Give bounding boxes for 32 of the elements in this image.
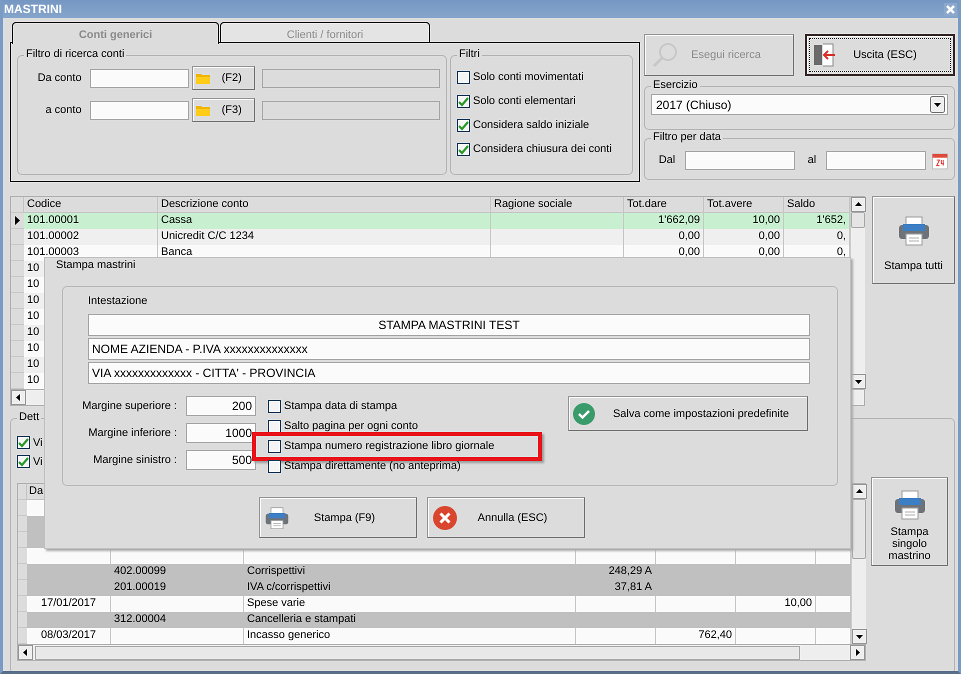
group-title: Dett (17, 411, 42, 423)
field-label: Intestazione (88, 295, 148, 309)
field-label: Margine superiore : (81, 400, 178, 412)
table-cell: 0,00 (704, 229, 784, 245)
field-label: Da conto (36, 72, 83, 84)
table-cell: 402.00099 (111, 564, 244, 580)
group-title: Esercizio (651, 79, 700, 91)
table-cell: 10,00 (704, 213, 784, 229)
group-title: Filtri (457, 48, 482, 60)
table-cell: Cassa (158, 213, 491, 229)
field-label: a conto (44, 104, 83, 116)
table-cell: 248,29 A (576, 564, 656, 580)
table-cell: 0,00 (624, 229, 704, 245)
table-cell: 1'662,09 (624, 213, 704, 229)
table-cell: 37,81 A (576, 580, 656, 596)
table-cell: 101.00002 (24, 229, 158, 245)
table-cell: IVA c/corrispettivi (244, 580, 576, 596)
field-label: Margine inferiore : (87, 427, 178, 439)
table-cell: 312.00004 (111, 612, 244, 628)
field-label: Margine sinistro : (92, 454, 178, 466)
window-title: MASTRINI (4, 2, 62, 16)
table-cell: 101.00001 (24, 213, 158, 229)
table-cell: 201.00019 (111, 580, 244, 596)
table-cell: Corrispettivi (244, 564, 576, 580)
table-cell: Cancelleria e stampati (244, 612, 576, 628)
group-title: Filtro di ricerca conti (24, 48, 126, 60)
group-title: Filtro per data (651, 131, 723, 143)
table-cell: 1'652, (784, 213, 850, 229)
table-cell: Unicredit C/C 1234 (158, 229, 491, 245)
table-cell: 0, (784, 229, 850, 245)
field-label: al (806, 154, 818, 166)
field-label: Dal (658, 154, 676, 166)
